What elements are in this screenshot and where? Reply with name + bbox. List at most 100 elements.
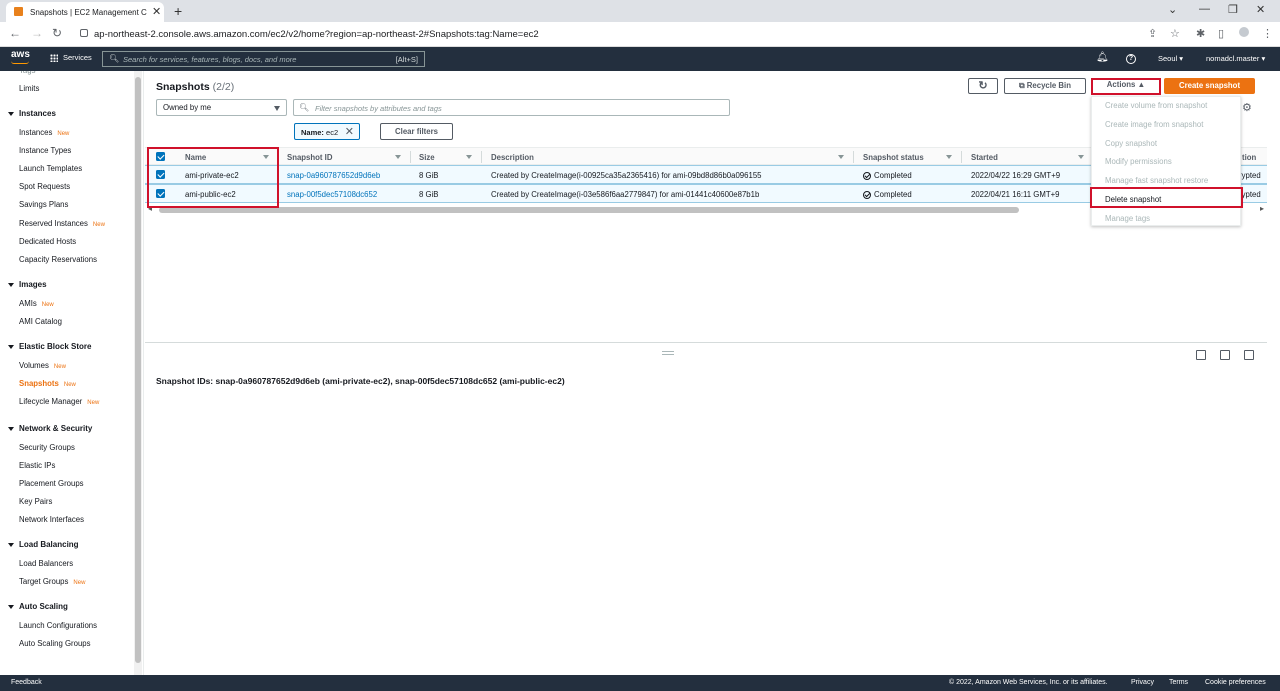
sort-caret-icon[interactable] <box>466 155 472 159</box>
sidebar-item-security-groups[interactable]: Security Groups <box>19 443 75 452</box>
sidebar-item-key-pairs[interactable]: Key Pairs <box>19 497 52 506</box>
sidebar-item-launch-configurations[interactable]: Launch Configurations <box>19 621 97 630</box>
sidebar-item-instance-types[interactable]: Instance Types <box>19 146 71 155</box>
select-all-checkbox[interactable] <box>156 152 165 161</box>
browser-menu-icon[interactable]: ⋮ <box>1262 27 1273 40</box>
sidebar-item-limits[interactable]: Limits <box>19 84 39 93</box>
actions-button[interactable]: Actions ▲ <box>1094 78 1158 94</box>
share-icon[interactable]: ⇪ <box>1148 27 1157 40</box>
back-icon[interactable]: ← <box>9 26 21 40</box>
aws-logo[interactable]: aws <box>11 49 30 64</box>
sidebar-item-ami-catalog[interactable]: AMI Catalog <box>19 317 62 326</box>
sidebar-item-savings-plans[interactable]: Savings Plans <box>19 200 68 209</box>
recycle-bin-button[interactable]: ⧉ Recycle Bin <box>1004 78 1086 94</box>
sidebar-item-amis[interactable]: AMIs New <box>19 299 54 308</box>
header-name[interactable]: Name <box>185 153 206 162</box>
notifications-bell-icon[interactable]: 🔔︎ <box>1096 52 1109 63</box>
url-field[interactable]: ap-northeast-2.console.aws.amazon.com/ec… <box>78 26 1178 43</box>
scroll-left-icon[interactable]: ◂ <box>148 204 152 213</box>
terms-link[interactable]: Terms <box>1169 679 1188 686</box>
help-icon[interactable]: ? <box>1126 54 1136 64</box>
row-checkbox[interactable] <box>156 189 165 198</box>
sidebar-item-dedicated-hosts[interactable]: Dedicated Hosts <box>19 237 76 246</box>
sidepanel-icon[interactable]: ▯ <box>1218 27 1224 40</box>
tab-close-icon[interactable]: ✕ <box>152 5 161 18</box>
owner-filter-select[interactable]: Owned by me <box>156 99 287 116</box>
sidebar-item-placement-groups[interactable]: Placement Groups <box>19 479 84 488</box>
window-close-icon[interactable]: ✕ <box>1256 3 1265 16</box>
sidebar-item-network-interfaces[interactable]: Network Interfaces <box>19 515 84 524</box>
sort-caret-icon[interactable] <box>1078 155 1084 159</box>
sidebar-item-spot-requests[interactable]: Spot Requests <box>19 182 70 191</box>
filter-input[interactable]: 🔍︎ Filter snapshots by attributes and ta… <box>293 99 730 116</box>
clear-filters-button[interactable]: Clear filters <box>380 123 453 140</box>
sidebar-section-elastic-block-store[interactable]: Elastic Block Store <box>8 342 91 351</box>
scroll-right-icon[interactable]: ▸ <box>1260 204 1264 213</box>
sidebar-scrollbar[interactable] <box>134 71 142 675</box>
sidebar-section-network-security[interactable]: Network & Security <box>8 424 92 433</box>
extensions-icon[interactable]: ✱ <box>1196 27 1205 40</box>
cookie-preferences-link[interactable]: Cookie preferences <box>1205 679 1266 686</box>
sidebar-section-load-balancing[interactable]: Load Balancing <box>8 540 79 549</box>
create-snapshot-button[interactable]: Create snapshot <box>1164 78 1255 94</box>
filter-token[interactable]: Name: ec2 ✕ <box>294 123 360 140</box>
minimize-icon[interactable]: — <box>1199 3 1210 15</box>
menu-item-create-volume-from-snapshot[interactable]: Create volume from snapshot <box>1105 101 1207 110</box>
header-started[interactable]: Started <box>971 153 998 162</box>
sort-caret-icon[interactable] <box>395 155 401 159</box>
sidebar-item-load-balancers[interactable]: Load Balancers <box>19 559 73 568</box>
header-snapshot-id[interactable]: Snapshot ID <box>287 153 332 162</box>
sidebar-item-launch-templates[interactable]: Launch Templates <box>19 164 82 173</box>
search-input[interactable]: 🔍︎ Search for services, features, blogs,… <box>102 51 425 67</box>
row-checkbox[interactable] <box>156 170 165 179</box>
header-encryption[interactable]: tion <box>1242 153 1256 162</box>
menu-item-manage-tags[interactable]: Manage tags <box>1105 214 1150 223</box>
header-status[interactable]: Snapshot status <box>863 153 924 162</box>
sidebar-item-capacity-reservations[interactable]: Capacity Reservations <box>19 255 97 264</box>
refresh-button[interactable]: ↻ <box>968 78 998 94</box>
split-side-icon[interactable] <box>1220 350 1230 360</box>
new-tab-icon[interactable]: + <box>174 3 182 19</box>
sidebar-item-reserved-instances[interactable]: Reserved Instances New <box>19 219 105 228</box>
split-bottom-icon[interactable] <box>1196 350 1206 360</box>
cell-snapshot-id-link[interactable]: snap-0a960787652d9d6eb <box>287 171 380 180</box>
region-selector[interactable]: Seoul ▾ <box>1158 54 1183 63</box>
sidebar-item-tags[interactable]: Tags <box>19 71 35 75</box>
services-menu[interactable]: Services <box>50 53 92 63</box>
account-menu[interactable]: nomadcl.master ▾ <box>1206 54 1265 63</box>
menu-item-copy-snapshot[interactable]: Copy snapshot <box>1105 139 1157 148</box>
menu-item-modify-permissions[interactable]: Modify permissions <box>1105 157 1172 166</box>
profile-avatar[interactable] <box>1239 27 1249 37</box>
sort-caret-icon[interactable] <box>838 155 844 159</box>
sidebar-item-volumes[interactable]: Volumes New <box>19 361 66 370</box>
browser-tab[interactable]: Snapshots | EC2 Management C ✕ <box>6 2 164 22</box>
sidebar-item-target-groups[interactable]: Target Groups New <box>19 577 85 586</box>
header-size[interactable]: Size <box>419 153 435 162</box>
tab-search-icon[interactable]: ⌄ <box>1168 3 1177 16</box>
reload-icon[interactable]: ↻ <box>52 26 62 40</box>
remove-filter-icon[interactable]: ✕ <box>345 125 354 138</box>
sidebar-item-elastic-ips[interactable]: Elastic IPs <box>19 461 55 470</box>
sidebar-section-auto-scaling[interactable]: Auto Scaling <box>8 602 68 611</box>
sort-caret-icon[interactable] <box>946 155 952 159</box>
menu-item-delete-snapshot[interactable]: Delete snapshot <box>1105 195 1161 204</box>
bookmark-star-icon[interactable]: ☆ <box>1170 27 1180 40</box>
sidebar-item-auto-scaling-groups[interactable]: Auto Scaling Groups <box>19 639 91 648</box>
header-description[interactable]: Description <box>491 153 534 162</box>
sidebar-item-instances[interactable]: Instances New <box>19 128 69 137</box>
cell-snapshot-id-link[interactable]: snap-00f5dec57108dc652 <box>287 190 377 199</box>
privacy-link[interactable]: Privacy <box>1131 679 1154 686</box>
sidebar-item-snapshots[interactable]: Snapshots New <box>19 379 76 388</box>
sort-caret-icon[interactable] <box>263 155 269 159</box>
preferences-gear-icon[interactable]: ⚙ <box>1242 101 1252 114</box>
forward-icon[interactable]: → <box>31 26 43 40</box>
sidebar-section-images[interactable]: Images <box>8 280 47 289</box>
split-close-icon[interactable] <box>1244 350 1254 360</box>
menu-item-create-image-from-snapshot[interactable]: Create image from snapshot <box>1105 120 1203 129</box>
menu-item-manage-fast-snapshot-restore[interactable]: Manage fast snapshot restore <box>1105 176 1208 185</box>
sidebar-item-lifecycle-manager[interactable]: Lifecycle Manager New <box>19 397 99 406</box>
split-panel-drag-handle[interactable] <box>662 351 674 355</box>
sidebar-section-instances[interactable]: Instances <box>8 109 56 118</box>
maximize-icon[interactable]: ❐ <box>1228 3 1238 16</box>
feedback-link[interactable]: Feedback <box>11 679 42 686</box>
